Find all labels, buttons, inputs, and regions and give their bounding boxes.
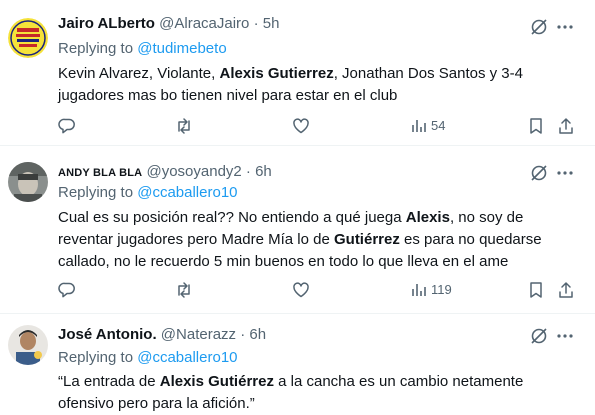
text-run: Cual es su posición real?? No entiendo a… <box>58 209 406 226</box>
like-icon[interactable] <box>291 280 311 300</box>
replying-to-link[interactable]: @tudimebeto <box>137 40 226 57</box>
views-count: 54 <box>431 118 446 133</box>
separator-dot: · <box>240 326 246 343</box>
avatar[interactable] <box>8 18 48 58</box>
more-icon[interactable] <box>555 163 575 183</box>
tweet[interactable]: Jairo ALberto @AlracaJairo · 5h Replying… <box>0 0 595 146</box>
highlighted-text: Alexis Gutierrez <box>219 65 334 82</box>
user-handle[interactable]: @yosoyandy2 <box>146 163 241 180</box>
replying-to-label: Replying to <box>58 40 134 57</box>
user-handle[interactable]: @AlracaJairo <box>159 15 249 32</box>
replying-to-label: Replying to <box>58 349 134 366</box>
tweet-text: Kevin Alvarez, Violante, Alexis Gutierre… <box>58 63 578 107</box>
separator-dot: · <box>253 15 259 32</box>
display-name[interactable]: Jairo ALberto <box>58 15 155 32</box>
separator-dot: · <box>245 163 251 180</box>
highlighted-text: Alexis Gutiérrez <box>159 373 274 390</box>
timestamp[interactable]: 5h <box>263 15 280 32</box>
reply-icon[interactable] <box>57 116 77 136</box>
display-name[interactable]: José Antonio. <box>58 326 157 343</box>
highlighted-text: Gutiérrez <box>333 231 400 248</box>
tweet-text: Cual es su posición real?? No entiendo a… <box>58 207 578 273</box>
like-icon[interactable] <box>291 116 311 136</box>
grok-icon[interactable] <box>529 326 549 346</box>
more-icon[interactable] <box>555 326 575 346</box>
retweet-icon[interactable] <box>174 116 194 136</box>
retweet-icon[interactable] <box>174 280 194 300</box>
views-icon[interactable] <box>409 280 429 300</box>
views-count: 119 <box>431 282 452 297</box>
tweet-text: “La entrada de Alexis Gutiérrez a la can… <box>58 371 578 415</box>
user-handle[interactable]: @Naterazz <box>161 326 236 343</box>
highlighted-text: Alexis <box>405 209 450 226</box>
text-run: “La entrada de <box>58 373 160 390</box>
timestamp[interactable]: 6h <box>249 326 266 343</box>
text-run: Kevin Alvarez, Violante, <box>58 65 220 82</box>
bookmark-icon[interactable] <box>526 116 546 136</box>
replying-to-link[interactable]: @ccaballero10 <box>137 184 237 201</box>
display-name[interactable]: ANDY BLA BLA <box>58 167 142 179</box>
share-icon[interactable] <box>556 116 576 136</box>
share-icon[interactable] <box>556 280 576 300</box>
replying-to: Replying to @ccaballero10 <box>58 348 238 368</box>
tweet[interactable]: José Antonio. @Naterazz · 6h Replying to… <box>0 314 595 415</box>
replying-to: Replying to @tudimebeto <box>58 39 227 59</box>
replying-to-link[interactable]: @ccaballero10 <box>137 349 237 366</box>
avatar[interactable] <box>8 325 48 365</box>
replying-to-label: Replying to <box>58 184 134 201</box>
grok-icon[interactable] <box>529 17 549 37</box>
avatar[interactable] <box>8 162 48 202</box>
bookmark-icon[interactable] <box>526 280 546 300</box>
grok-icon[interactable] <box>529 163 549 183</box>
views-icon[interactable] <box>409 116 429 136</box>
timestamp[interactable]: 6h <box>255 163 272 180</box>
more-icon[interactable] <box>555 17 575 37</box>
replying-to: Replying to @ccaballero10 <box>58 183 238 203</box>
reply-icon[interactable] <box>57 280 77 300</box>
tweet[interactable]: ANDY BLA BLA @yosoyandy2 · 6h Replying t… <box>0 146 595 314</box>
